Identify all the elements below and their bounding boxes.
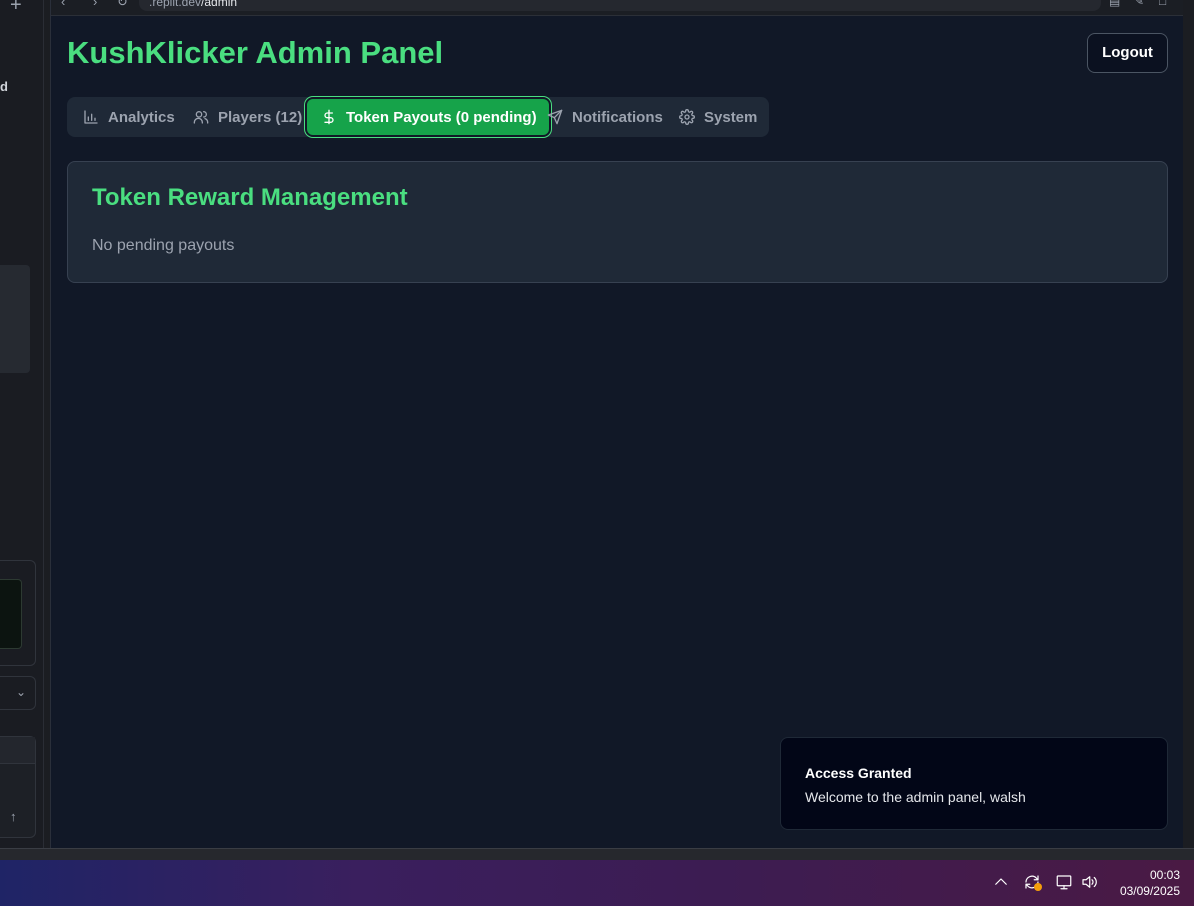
back-icon[interactable]: ‹ — [61, 0, 65, 9]
card-title: Token Reward Management — [92, 184, 408, 211]
network-icon[interactable] — [1055, 873, 1073, 896]
users-icon — [193, 111, 209, 124]
browser-window: ‹ › ↻ .replit.dev/admin ▤ ✎ □ KushKlicke… — [50, 0, 1184, 848]
taskbar-clock[interactable]: 00:03 03/09/2025 — [1108, 867, 1180, 899]
arrow-up-icon[interactable]: ↑ — [10, 809, 17, 824]
tab-analytics[interactable]: Analytics — [83, 97, 175, 137]
bar-chart-icon — [84, 110, 98, 124]
background-window: + d ⌄ ↑ — [0, 0, 44, 848]
tab-label: Notifications — [572, 108, 663, 126]
tab-label: Players (12) — [218, 108, 303, 126]
logout-button[interactable]: Logout — [1087, 33, 1168, 73]
toast-notification[interactable]: Access Granted Welcome to the admin pane… — [780, 737, 1168, 830]
chevron-up-icon[interactable] — [992, 873, 1010, 896]
chevron-down-icon: ⌄ — [15, 685, 26, 699]
toast-message: Welcome to the admin panel, walsh — [805, 789, 1026, 805]
address-bar-strip: ‹ › ↻ .replit.dev/admin ▤ ✎ □ — [51, 0, 1184, 16]
new-tab-plus-icon[interactable]: + — [10, 0, 22, 17]
reader-icon[interactable]: ▤ — [1109, 0, 1120, 8]
dollar-icon — [324, 109, 334, 125]
volume-icon[interactable] — [1080, 873, 1098, 896]
status-dot — [1034, 883, 1042, 891]
tab-token-payouts[interactable]: Token Payouts (0 pending) — [307, 99, 549, 135]
clock-time: 00:03 — [1149, 868, 1180, 882]
forward-icon[interactable]: › — [93, 0, 97, 9]
url-path: /admin — [201, 0, 238, 9]
background-preview-image — [0, 579, 22, 649]
desktop-edge — [1183, 0, 1194, 860]
token-reward-card: Token Reward Management No pending payou… — [67, 161, 1168, 283]
background-panel — [0, 265, 30, 373]
background-input-box[interactable]: ↑ — [0, 736, 36, 838]
gear-icon — [679, 109, 695, 125]
tab-label: Token Payouts (0 pending) — [346, 108, 537, 126]
tab-bar: Analytics Players (12) Token Payouts (0 … — [67, 97, 769, 137]
reload-icon[interactable]: ↻ — [117, 0, 128, 10]
toast-title: Access Granted — [805, 765, 912, 781]
tab-notifications[interactable]: Notifications — [547, 97, 663, 137]
empty-state-text: No pending payouts — [92, 237, 235, 254]
page-title: KushKlicker Admin Panel — [67, 35, 444, 70]
tab-label: System — [704, 108, 758, 126]
background-dropdown[interactable]: ⌄ — [0, 676, 36, 710]
taskbar — [0, 860, 1194, 906]
tab-label: Analytics — [108, 108, 175, 126]
window-bottom-frame — [0, 848, 1194, 860]
window-icon[interactable]: □ — [1159, 0, 1166, 8]
tab-players[interactable]: Players (12) — [193, 97, 302, 137]
partial-label: d — [0, 79, 8, 94]
tab-system[interactable]: System — [679, 97, 757, 137]
background-preview-panel — [0, 560, 36, 666]
extensions-icon[interactable]: ✎ — [1134, 0, 1144, 8]
url-field[interactable]: .replit.dev/admin — [139, 0, 1101, 11]
send-icon — [547, 109, 563, 125]
clock-date: 03/09/2025 — [1119, 884, 1180, 898]
url-host: .replit.dev — [149, 0, 202, 9]
